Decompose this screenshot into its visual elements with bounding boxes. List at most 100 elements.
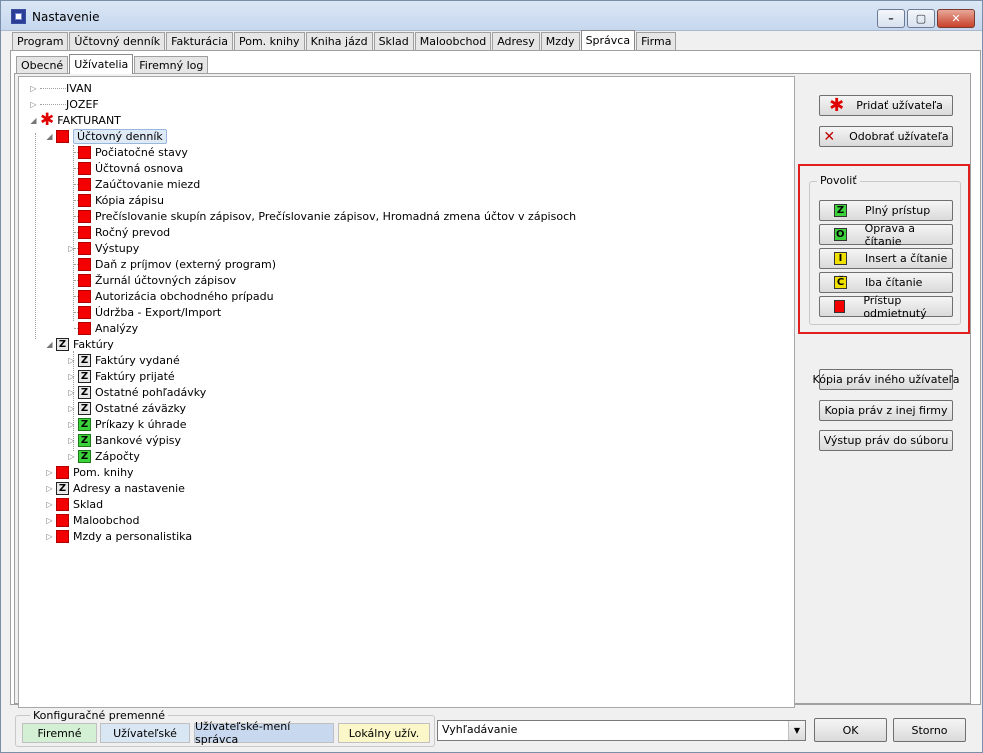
tree-user[interactable]: ▷ IVAN	[29, 80, 92, 96]
expand-arrow-icon[interactable]: ▷	[45, 516, 54, 525]
ok-button[interactable]: OK	[814, 718, 887, 742]
tree-function[interactable]: Počiatočné stavy	[67, 144, 188, 160]
permission-button[interactable]: I Insert a čítanie	[819, 248, 953, 269]
cancel-button[interactable]: Storno	[893, 718, 966, 742]
tree-node-label: Ročný prevod	[95, 225, 171, 239]
tree-module[interactable]: ▷ Maloobchod	[45, 512, 139, 528]
expand-arrow-icon[interactable]: ▷	[45, 484, 54, 493]
main-tab[interactable]: Správca	[580, 30, 636, 50]
main-tab[interactable]: Sklad	[373, 32, 414, 50]
copy-rights-user-button[interactable]: Kópia práv iného užívateľa	[813, 369, 959, 390]
denied-icon	[78, 193, 91, 207]
tree-function[interactable]: Ročný prevod	[67, 224, 170, 240]
chevron-down-icon[interactable]: ▼	[788, 721, 805, 740]
expand-arrow-icon[interactable]: ▷	[45, 500, 54, 509]
tree-node-label: Účtovný denník	[73, 128, 167, 144]
permission-button[interactable]: Prístup odmietnutý	[819, 294, 953, 320]
config-title: Konfiguračné premenné	[30, 709, 169, 722]
close-button[interactable]: ✕	[937, 9, 975, 28]
tree-node-label: IVAN	[66, 81, 92, 95]
main-tab[interactable]: Program	[12, 32, 69, 50]
tree-module[interactable]: ▷ Z Adresy a nastavenie	[45, 480, 185, 496]
main-tab[interactable]: Mzdy	[540, 32, 580, 50]
tree-function[interactable]: ▷ Z Faktúry vydané	[67, 352, 180, 368]
main-tab[interactable]: Pom. knihy	[234, 32, 305, 50]
tree-function[interactable]: Autorizácia obchodného prípadu	[67, 288, 274, 304]
expand-arrow-icon[interactable]: ▷	[67, 388, 76, 397]
config-button[interactable]: Lokálny užív.	[338, 723, 430, 743]
tree-module[interactable]: ◢ Z Faktúry	[45, 336, 114, 352]
expand-arrow-icon[interactable]: ▷	[67, 404, 76, 413]
main-tab[interactable]: Fakturácia	[166, 32, 233, 50]
main-tabs: Program Účtovný denník Fakturácia Pom. knih…	[12, 30, 677, 50]
main-tab[interactable]: Maloobchod	[414, 32, 492, 50]
tree-function[interactable]: Žurnál účtovných zápisov	[67, 272, 236, 288]
tree-module[interactable]: ▷ Sklad	[45, 496, 103, 512]
permission-button[interactable]: Z Plný prístup	[819, 200, 953, 221]
permission-z-icon: Z	[78, 385, 91, 399]
expand-arrow-icon[interactable]: ▷	[45, 468, 54, 477]
tree-module[interactable]: ▷ Pom. knihy	[45, 464, 134, 480]
tree-user[interactable]: ◢ ✱ FAKTURANT	[29, 112, 121, 129]
collapse-arrow-icon[interactable]: ◢	[45, 340, 54, 349]
copy-rights-firm-button[interactable]: Kopia práv z inej firmy	[819, 400, 953, 421]
tree-function[interactable]: Účtovná osnova	[67, 160, 183, 176]
tree-node-label: Faktúry	[73, 337, 114, 351]
main-tab[interactable]: Firma	[636, 32, 677, 50]
tree-module[interactable]: ◢ Účtovný denník	[45, 128, 167, 144]
tree-function[interactable]: Daň z príjmov (externý program)	[67, 256, 276, 272]
tree-function[interactable]: ▷ Z Ostatné záväzky	[67, 400, 186, 416]
main-tab[interactable]: Účtovný denník	[69, 32, 166, 50]
tree-function[interactable]: ▷ Z Príkazy k úhrade	[67, 416, 187, 432]
expand-arrow-icon[interactable]: ▷	[67, 372, 76, 381]
collapse-arrow-icon[interactable]: ◢	[45, 132, 54, 141]
tree-connector	[40, 87, 66, 89]
config-button[interactable]: Firemné	[22, 723, 97, 743]
remove-user-button[interactable]: ✕ Odobrať užívateľa	[819, 126, 953, 147]
tree-node-label: Kópia zápisu	[95, 193, 164, 207]
tree-node-label: FAKTURANT	[57, 113, 121, 127]
tree-node-label: Sklad	[73, 497, 104, 511]
tree-function[interactable]: ▷ Z Bankové výpisy	[67, 432, 181, 448]
expand-arrow-icon[interactable]: ▷	[67, 452, 76, 461]
maximize-button[interactable]: ▢	[907, 9, 935, 28]
permission-icon: Č	[834, 276, 847, 289]
search-combo[interactable]: Vyhľadávanie ▼	[437, 720, 806, 741]
tree-function[interactable]: ▷ Výstupy	[67, 240, 139, 256]
expand-arrow-icon[interactable]: ▷	[67, 244, 76, 253]
sub-tab[interactable]: Firemný log	[134, 56, 209, 74]
window-title: Nastavenie	[32, 10, 100, 24]
tree-node-label: Ostatné pohľadávky	[95, 385, 207, 399]
tree-function[interactable]: Analýzy	[67, 320, 138, 336]
expand-arrow-icon[interactable]: ▷	[67, 356, 76, 365]
collapse-arrow-icon[interactable]: ◢	[29, 116, 38, 125]
tree-function[interactable]: Zaúčtovanie miezd	[67, 176, 200, 192]
expand-arrow-icon[interactable]: ▷	[67, 420, 76, 429]
tree-node-label: Výstupy	[95, 241, 140, 255]
config-button[interactable]: Užívateľské	[100, 723, 190, 743]
expand-arrow-icon[interactable]: ▷	[45, 532, 54, 541]
tree-function[interactable]: Kópia zápisu	[67, 192, 164, 208]
sub-tab[interactable]: Užívatelia	[69, 54, 134, 74]
minimize-button[interactable]: –	[877, 9, 905, 28]
tree-module[interactable]: ▷ Mzdy a personalistika	[45, 528, 192, 544]
tree-function[interactable]: ▷ Z Zápočty	[67, 448, 140, 464]
expand-arrow-icon[interactable]: ▷	[67, 436, 76, 445]
tree-node-label: Žurnál účtovných zápisov	[95, 273, 237, 287]
permission-button[interactable]: Č Iba čítanie	[819, 272, 953, 293]
expand-arrow-icon[interactable]: ▷	[29, 100, 38, 109]
tree-function[interactable]: Údržba - Export/Import	[67, 304, 221, 320]
add-user-button[interactable]: ✱ Pridať užívateľa	[819, 95, 953, 116]
permission-button[interactable]: O Oprava a čítanie	[819, 222, 953, 248]
tree-function[interactable]: ▷ Z Ostatné pohľadávky	[67, 384, 206, 400]
sub-tab[interactable]: Obecné	[16, 56, 69, 74]
rights-tree[interactable]: ▷ IVAN ▷ JOZEF ◢ ✱ FAKTURANT ◢ Účtovný denník Po…	[18, 76, 795, 708]
export-rights-button[interactable]: Výstup práv do súboru	[819, 430, 953, 451]
expand-arrow-icon[interactable]: ▷	[29, 84, 38, 93]
tree-function[interactable]: Prečíslovanie skupín zápisov, Prečíslova…	[67, 208, 576, 224]
tree-function[interactable]: ▷ Z Faktúry prijaté	[67, 368, 175, 384]
tree-node-label: Adresy a nastavenie	[73, 481, 185, 495]
config-button[interactable]: Užívateľské-mení správca	[194, 720, 334, 746]
main-tab[interactable]: Kniha jázd	[305, 32, 373, 50]
main-tab[interactable]: Adresy	[492, 32, 540, 50]
